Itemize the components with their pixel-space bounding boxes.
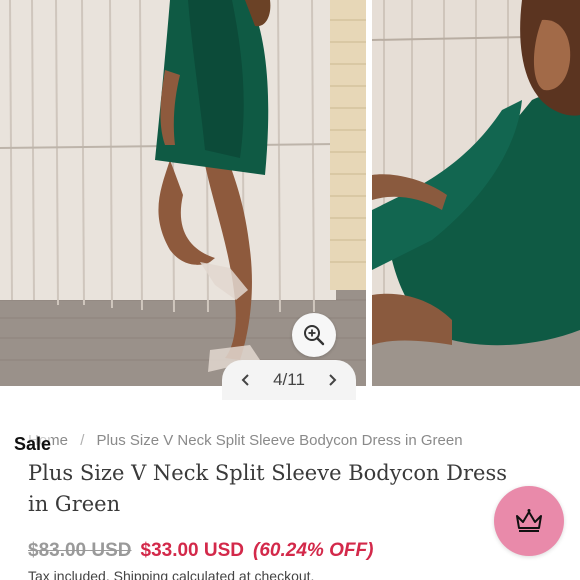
- zoom-button[interactable]: [292, 313, 336, 357]
- sale-price: $33.00 USD: [140, 540, 245, 561]
- breadcrumb-separator: /: [80, 432, 85, 449]
- compare-at-price: $83.00 USD: [28, 540, 132, 561]
- gallery-next-button[interactable]: [322, 370, 342, 390]
- gallery-page-indicator: 4/11: [273, 370, 305, 389]
- price-row: $83.00 USD $33.00 USD (60.24% OFF): [28, 540, 373, 562]
- product-image-seated[interactable]: [372, 0, 580, 386]
- rewards-button[interactable]: [494, 486, 564, 556]
- product-title: Plus Size V Neck Split Sleeve Bodycon Dr…: [28, 461, 508, 516]
- crown-icon: [516, 509, 542, 532]
- chevron-left-icon: [241, 374, 249, 386]
- chevron-right-icon: [329, 374, 337, 386]
- tax-note-prefix: Tax included.: [28, 568, 114, 580]
- magnify-plus-icon: [304, 325, 325, 346]
- tax-note-suffix: calculated at checkout.: [168, 568, 315, 580]
- breadcrumb-current: Plus Size V Neck Split Sleeve Bodycon Dr…: [96, 432, 463, 449]
- shipping-link[interactable]: Shipping: [114, 568, 169, 580]
- breadcrumb: Home / Plus Size V Neck Split Sleeve Bod…: [28, 432, 463, 449]
- gallery-pager: 4/11: [222, 360, 356, 400]
- sale-badge: Sale: [14, 434, 52, 455]
- tax-note: Tax included. Shipping calculated at che…: [28, 568, 314, 580]
- product-gallery[interactable]: 4/11: [0, 0, 580, 400]
- product-photo-seated: [372, 0, 580, 386]
- gallery-prev-button[interactable]: [236, 370, 256, 390]
- discount-percentage: (60.24% OFF): [253, 540, 374, 561]
